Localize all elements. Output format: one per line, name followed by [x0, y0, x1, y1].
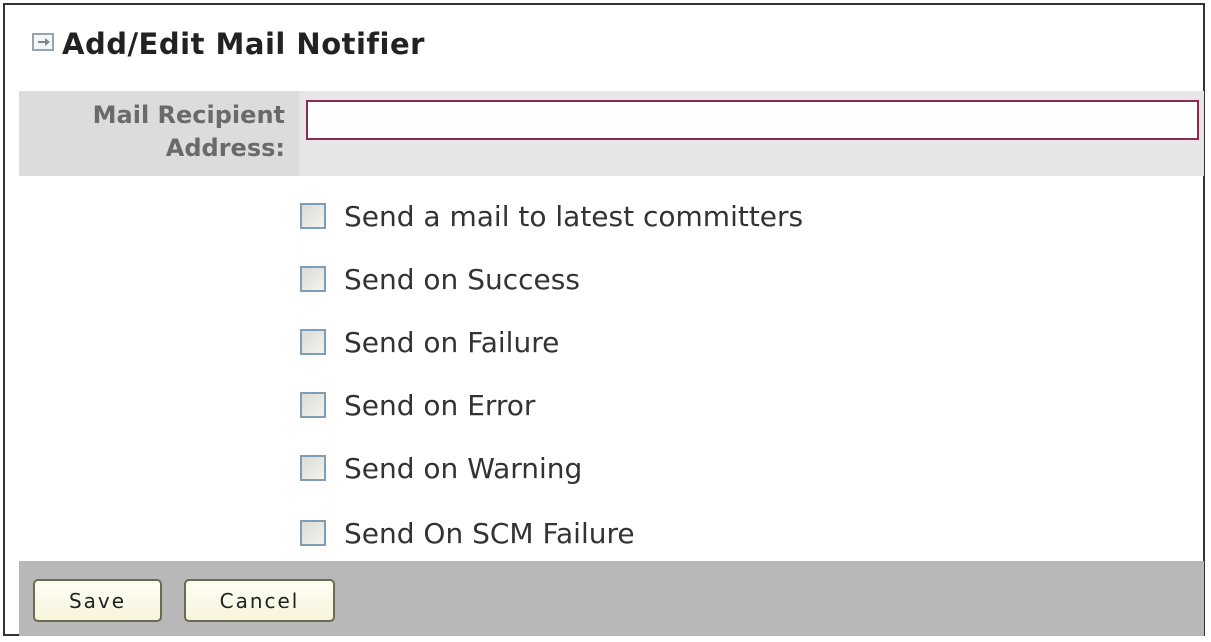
mail-recipient-address-input[interactable] — [306, 100, 1199, 140]
option-label: Send on Success — [344, 262, 580, 296]
expand-panel-icon[interactable] — [32, 33, 54, 51]
form-footer: Save Cancel — [19, 561, 1204, 636]
option-send-on-failure[interactable]: Send on Failure — [300, 322, 559, 362]
notification-options: Send a mail to latest committers Send on… — [5, 176, 1203, 561]
option-latest-committers[interactable]: Send a mail to latest committers — [300, 196, 803, 236]
send-on-scm-failure-checkbox[interactable] — [300, 520, 326, 546]
option-send-on-success[interactable]: Send on Success — [300, 259, 580, 299]
option-send-on-warning[interactable]: Send on Warning — [300, 448, 582, 488]
recipient-row: Mail Recipient Address: — [19, 91, 1204, 176]
mail-notifier-panel: Add/Edit Mail Notifier Mail Recipient Ad… — [3, 3, 1205, 636]
send-on-failure-checkbox[interactable] — [300, 329, 326, 355]
latest-committers-checkbox[interactable] — [300, 203, 326, 229]
option-label: Send a mail to latest committers — [344, 199, 804, 233]
recipient-label-line2: Address: — [165, 134, 285, 162]
recipient-label-line1: Mail Recipient — [92, 101, 285, 129]
send-on-warning-checkbox[interactable] — [300, 455, 326, 481]
panel-header: Add/Edit Mail Notifier — [5, 5, 1203, 83]
option-label: Send On SCM Failure — [344, 516, 635, 550]
option-label: Send on Failure — [344, 325, 560, 359]
option-send-on-error[interactable]: Send on Error — [300, 385, 535, 425]
option-send-on-scm-failure[interactable]: Send On SCM Failure — [300, 513, 635, 553]
option-label: Send on Warning — [344, 451, 583, 485]
recipient-label: Mail Recipient Address: — [19, 91, 299, 176]
option-label: Send on Error — [344, 388, 536, 422]
save-button[interactable]: Save — [33, 579, 162, 622]
panel-title: Add/Edit Mail Notifier — [62, 27, 425, 61]
cancel-button[interactable]: Cancel — [184, 579, 335, 622]
send-on-error-checkbox[interactable] — [300, 392, 326, 418]
send-on-success-checkbox[interactable] — [300, 266, 326, 292]
